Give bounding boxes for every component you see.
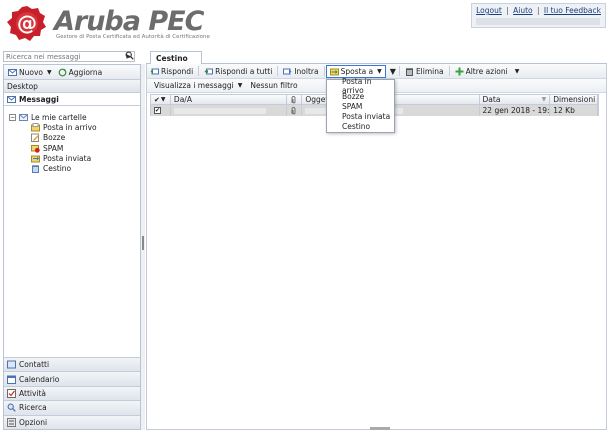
redacted-sender — [173, 107, 266, 114]
svg-text:@: @ — [17, 11, 37, 35]
options-icon — [7, 417, 16, 427]
feedback-link[interactable]: Il tuo Feedback — [544, 6, 601, 15]
plus-icon — [455, 67, 464, 75]
mail-folder-icon — [19, 113, 28, 121]
contacts-icon — [7, 360, 16, 369]
more-actions-button[interactable]: Altre azioni ▼ — [451, 65, 524, 78]
refresh-icon — [58, 68, 67, 76]
row-checkbox-cell[interactable]: ✔ — [151, 105, 171, 116]
sort-arrow-icon: ▼ — [541, 96, 547, 103]
logo-text: Aruba PEC — [54, 6, 204, 37]
column-date[interactable]: Data ▼ — [480, 95, 551, 104]
user-info — [476, 18, 600, 25]
delete-button[interactable]: Elimina — [401, 65, 448, 78]
section-search[interactable]: Ricerca — [4, 400, 140, 415]
forward-icon — [283, 68, 292, 74]
reply-all-icon — [204, 68, 214, 74]
column-attachment[interactable] — [287, 95, 303, 104]
paperclip-icon — [291, 106, 296, 114]
search-box: ▶ — [3, 51, 135, 62]
magnifier-icon — [7, 403, 16, 413]
cell-date: 22 gen 2018 - 19:18 — [480, 105, 551, 116]
logout-link[interactable]: Logout — [476, 6, 502, 15]
row-checkbox[interactable]: ✔ — [154, 107, 161, 114]
no-filter-button[interactable]: Nessun filtro — [250, 81, 297, 90]
panel-splitter[interactable] — [141, 64, 145, 430]
inbox-icon — [31, 122, 40, 132]
cell-from — [171, 105, 288, 116]
tasks-icon — [7, 389, 16, 399]
trash-icon — [32, 165, 39, 174]
envelope-icon — [7, 95, 16, 103]
menu-item-spam[interactable]: SPAM — [327, 101, 394, 111]
menu-item-trash[interactable]: Cestino — [327, 122, 394, 132]
move-to-menu: Posta in arrivo Bozze SPAM Posta inviata… — [326, 77, 395, 133]
search-icon[interactable] — [124, 51, 135, 62]
folder-inbox[interactable]: Posta in arrivo — [9, 122, 140, 132]
header-links: Logout | Aiuto | Il tuo Feedback — [476, 6, 601, 15]
folder-drafts[interactable]: Bozze — [9, 133, 140, 143]
chevron-down-icon: ▼ — [377, 67, 382, 75]
reply-all-button[interactable]: Rispondi a tutti — [200, 65, 276, 78]
header: @ Aruba PEC Gestore di Posta Certificata… — [0, 0, 610, 48]
chevron-down-icon: ▼ — [237, 82, 243, 89]
folder-sent[interactable]: Posta inviata — [9, 153, 140, 163]
paperclip-icon — [291, 95, 296, 103]
chevron-down-icon: ▼ — [389, 66, 396, 76]
section-options[interactable]: Opzioni — [4, 414, 140, 429]
calendar-icon — [7, 375, 16, 384]
reply-button[interactable]: Rispondi — [146, 65, 197, 78]
new-button[interactable]: Nuovo ▼ — [8, 68, 52, 77]
section-desktop[interactable]: Desktop — [4, 80, 140, 93]
section-messages[interactable]: Messaggi — [4, 93, 140, 106]
folder-spam[interactable]: SPAM — [9, 143, 140, 153]
select-all-column[interactable]: ✔ ▼ — [151, 95, 171, 104]
logo-subtitle: Gestore di Posta Certificata ed Autorità… — [56, 34, 210, 40]
column-size[interactable]: Dimensioni — [550, 95, 599, 104]
new-mail-icon — [8, 68, 17, 76]
spam-icon — [31, 144, 40, 153]
section-calendar[interactable]: Calendario — [4, 371, 140, 386]
help-link[interactable]: Aiuto — [513, 6, 533, 15]
search-input[interactable] — [4, 52, 114, 62]
sent-icon — [31, 155, 40, 163]
left-toolbar: Nuovo ▼ Aggiorna — [4, 65, 140, 80]
folder-trash[interactable]: Cestino — [9, 163, 140, 174]
view-messages-dropdown[interactable]: Visualizza i messaggi ▼ — [154, 81, 242, 90]
folder-tree: − Le mie cartelle Posta in arrivo Bozze … — [4, 106, 140, 174]
cell-size: 12 Kb — [550, 105, 599, 116]
horizontal-scroll-grip[interactable] — [370, 427, 390, 430]
forward-button[interactable]: Inoltra — [279, 65, 322, 78]
chevron-down-icon: ▼ — [514, 67, 520, 75]
collapse-icon[interactable]: − — [9, 113, 16, 121]
left-panel: Nuovo ▼ Aggiorna Desktop Messaggi − Le m… — [3, 64, 141, 430]
section-tasks[interactable]: Attività — [4, 385, 140, 401]
delete-trash-icon — [405, 67, 413, 76]
move-to-dropdown-button[interactable]: ▼ — [386, 65, 398, 78]
tab-trash[interactable]: Cestino — [150, 51, 202, 64]
menu-item-sent[interactable]: Posta inviata — [327, 112, 394, 122]
left-bottom-sections: Contatti Calendario Attività Ricerca Opz… — [4, 357, 140, 429]
reply-icon — [150, 68, 159, 74]
column-from[interactable]: Da/A — [171, 95, 288, 104]
user-box: Logout | Aiuto | Il tuo Feedback — [471, 3, 606, 28]
section-contacts[interactable]: Contatti — [4, 357, 140, 372]
splitter-grip-icon[interactable] — [142, 236, 144, 250]
check-icon[interactable]: ✔ — [154, 96, 160, 104]
aruba-seal-logo-icon: @ — [7, 6, 46, 41]
move-to-button[interactable]: Sposta a ▼ — [325, 64, 386, 78]
menu-item-inbox[interactable]: Posta in arrivo — [327, 77, 394, 95]
chevron-down-icon: ▼ — [46, 68, 52, 76]
folder-root[interactable]: − Le mie cartelle — [9, 112, 140, 122]
refresh-button[interactable]: Aggiorna — [58, 68, 102, 77]
move-folder-icon — [329, 68, 339, 75]
cell-attachment — [287, 105, 303, 116]
drafts-icon — [31, 133, 40, 143]
chevron-down-icon[interactable]: ▼ — [161, 96, 166, 103]
